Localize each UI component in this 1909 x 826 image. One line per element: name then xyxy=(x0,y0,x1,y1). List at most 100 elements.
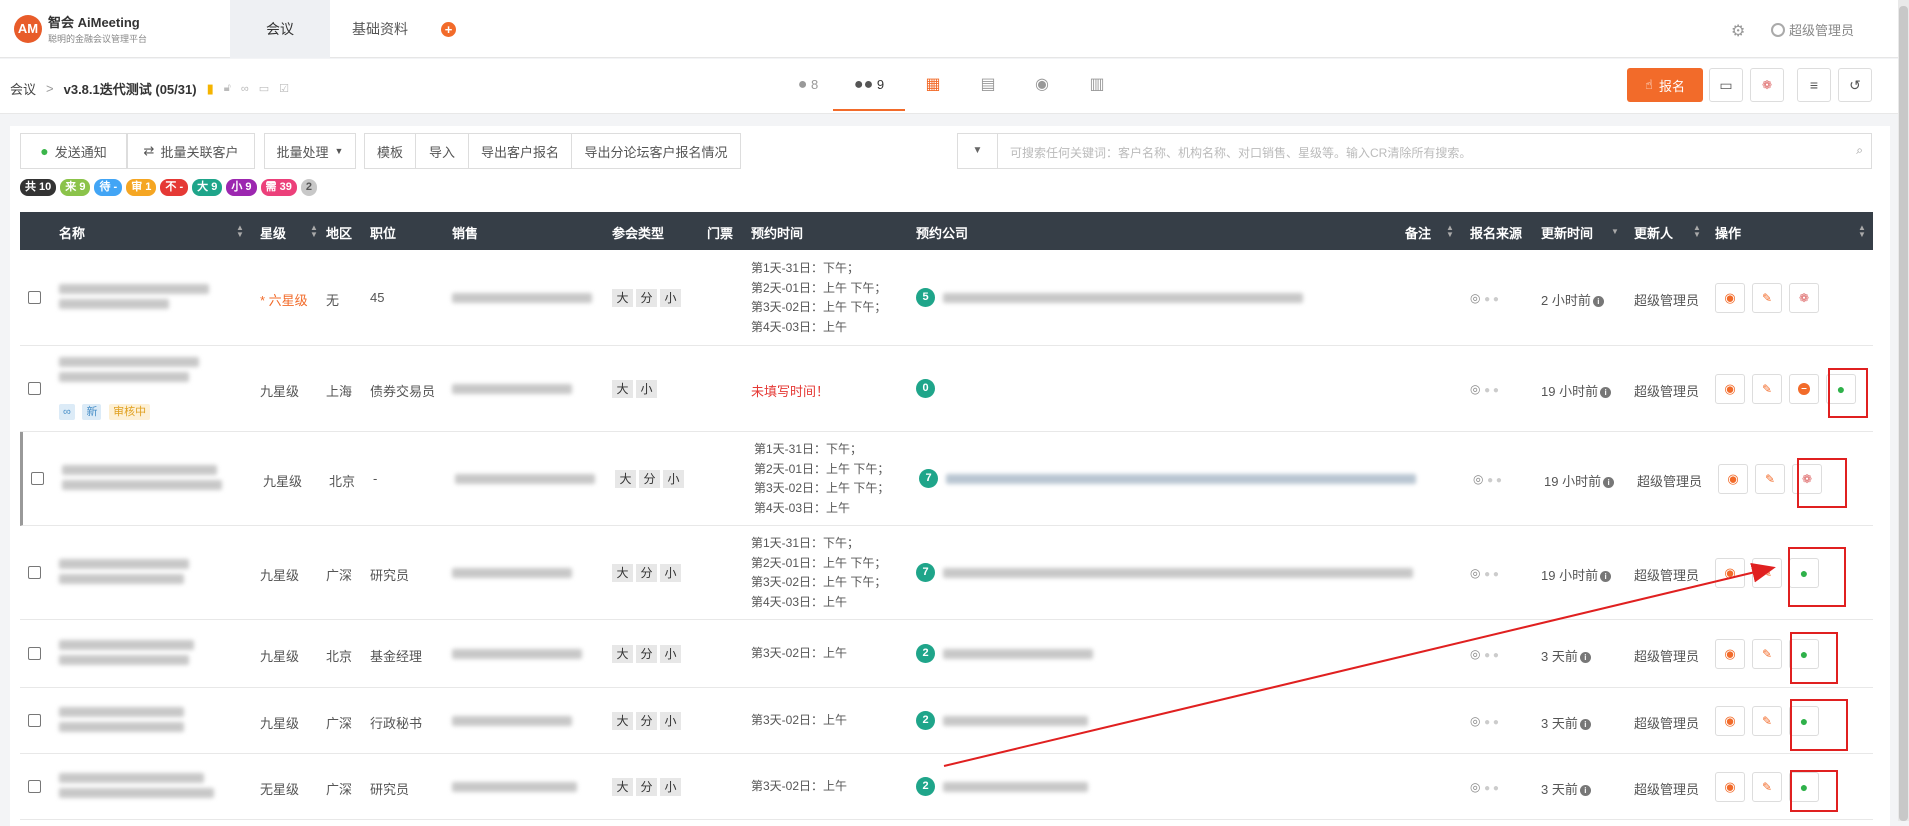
seal-action-button[interactable]: ❁ xyxy=(1789,283,1819,313)
brand-logo[interactable]: AM 智会 AiMeeting 聪明的金融会议管理平台 xyxy=(14,12,147,45)
add-tab-icon[interactable]: + xyxy=(441,22,456,37)
status-chip[interactable]: 审 1 xyxy=(126,179,157,196)
status-chip[interactable]: 2 xyxy=(300,179,317,196)
table-row[interactable]: 九星级 广深 行政秘书 大分小 第3天-02日：上午 2 ◎ ● ● 3 天前 i 超级管理员 ◉ ✎… xyxy=(20,688,1873,754)
tab-attendees-single[interactable]: ● 8 xyxy=(780,59,836,111)
status-chip[interactable]: 待 - xyxy=(94,179,123,196)
sort-icon[interactable]: ▲ ▼ xyxy=(236,224,244,239)
status-chip[interactable]: 大 9 xyxy=(192,179,223,196)
customer-name-redacted[interactable] xyxy=(59,707,184,717)
customer-name-redacted[interactable] xyxy=(59,357,199,367)
table-row[interactable]: 九星级 广深 研究员 大分小 第1天-31日：下午； 第2天-01日：上午 下午； 第3天-… xyxy=(20,526,1873,620)
status-chip[interactable]: 需 39 xyxy=(260,179,297,196)
info-icon[interactable]: i xyxy=(1600,387,1612,399)
company-count[interactable]: 2 xyxy=(916,777,935,796)
table-row[interactable]: 九星级 北京 基金经理 大分小 第3天-02日：上午 2 ◎ ● ● 3 天前 i 超级管理员 ◉ ✎… xyxy=(20,620,1873,688)
tab-calendar[interactable]: ▦ xyxy=(918,59,948,111)
company-count[interactable]: 7 xyxy=(919,469,938,488)
table-row[interactable]: 九星级 北京 - 大分小 第1天-31日：下午； 第2天-01日：上午 下午； 第3天-02… xyxy=(20,432,1873,526)
col-star[interactable]: 星级 xyxy=(260,223,286,242)
tab-location[interactable]: ◉ xyxy=(1027,59,1057,111)
info-icon[interactable]: i xyxy=(1579,652,1591,664)
table-row[interactable]: * 六星级 无 45 大分小 第1天-31日：下午； 第2天-01日：上午 下午； 第3天-… xyxy=(20,250,1873,346)
company-count[interactable]: 0 xyxy=(916,379,935,398)
row-checkbox[interactable] xyxy=(31,472,44,485)
sort-icon[interactable]: ▲ ▼ xyxy=(310,224,318,239)
page-scrollbar-thumb[interactable] xyxy=(1899,6,1908,821)
company-count[interactable]: 5 xyxy=(916,288,935,307)
sort-desc-icon[interactable]: ▼ xyxy=(1611,228,1619,236)
edit-action-button[interactable]: ✎ xyxy=(1752,772,1782,802)
company-count[interactable]: 2 xyxy=(916,711,935,730)
search-bar[interactable]: ▼ 可搜索任何关键词：客户名称、机构名称、对口销售、星级等。输入CR清除所有搜索… xyxy=(957,133,1872,169)
batch-link-button[interactable]: ⇄ 批量关联客户 xyxy=(127,133,255,169)
handshake-icon[interactable]: ∞ xyxy=(241,83,249,95)
tab-chart[interactable]: ▥ xyxy=(1082,59,1112,111)
bookmark-icon[interactable]: ▮ xyxy=(207,81,214,97)
history-button[interactable]: ↺ xyxy=(1838,68,1872,102)
customer-name-redacted[interactable] xyxy=(59,559,189,569)
edit-action-button[interactable]: ✎ xyxy=(1755,464,1785,494)
sort-icon[interactable]: ▲ ▼ xyxy=(1446,224,1454,239)
info-icon[interactable]: i xyxy=(1603,477,1615,489)
row-checkbox[interactable] xyxy=(28,566,41,579)
status-chip[interactable]: 不 - xyxy=(160,179,189,196)
company-count[interactable]: 2 xyxy=(916,644,935,663)
table-row[interactable]: 无星级 广深 研究员大分小第3天-02日：上午 2 ◎ ● ● 3 天前 i 超级管理员 ◉ ✎ ● xyxy=(20,754,1873,820)
eye-action-button[interactable]: ◉ xyxy=(1715,706,1745,736)
user-menu[interactable]: 超级管理员 xyxy=(1771,20,1854,39)
row-checkbox[interactable] xyxy=(28,714,41,727)
minus-action-button[interactable]: – xyxy=(1789,374,1819,404)
send-notice-button[interactable]: ● 发送通知 xyxy=(20,133,127,169)
screen-button[interactable]: ▭ xyxy=(1709,68,1743,102)
export-forum-button[interactable]: 导出分论坛客户报名情况 xyxy=(571,133,741,169)
info-icon[interactable]: i xyxy=(1579,785,1591,797)
batch-process-dropdown[interactable]: 批量处理 ▼ xyxy=(264,133,356,169)
edit-action-button[interactable]: ✎ xyxy=(1752,283,1782,313)
customer-name-redacted[interactable] xyxy=(59,640,194,650)
search-placeholder[interactable]: 可搜索任何关键词：客户名称、机构名称、对口销售、星级等。输入CR清除所有搜索。 xyxy=(1010,144,1471,161)
col-updated[interactable]: 更新时间 xyxy=(1541,223,1593,242)
template-button[interactable]: 模板 xyxy=(364,133,416,169)
company-count[interactable]: 7 xyxy=(916,563,935,582)
customer-name-redacted[interactable] xyxy=(59,284,209,294)
sort-icon[interactable]: ▲ ▼ xyxy=(1858,224,1866,239)
table-row[interactable]: ∞ 新 审核中 九星级 上海 债券交易员 大小 未填写时间！ 0 ◎ ● ● 19 小时前 i 超级… xyxy=(20,346,1873,432)
eye-action-button[interactable]: ◉ xyxy=(1715,283,1745,313)
info-icon[interactable]: i xyxy=(1592,296,1604,308)
import-button[interactable]: 导入 xyxy=(415,133,469,169)
eye-action-button[interactable]: ◉ xyxy=(1718,464,1748,494)
edit-action-button[interactable]: ✎ xyxy=(1752,706,1782,736)
tab-attendees-group[interactable]: ●● 9 xyxy=(833,59,905,111)
tab-document[interactable]: ▤ xyxy=(973,59,1003,111)
sort-icon[interactable]: ▲ ▼ xyxy=(1693,224,1701,239)
status-chip[interactable]: 小 9 xyxy=(226,179,257,196)
eye-action-button[interactable]: ◉ xyxy=(1715,772,1745,802)
eye-action-button[interactable]: ◉ xyxy=(1715,639,1745,669)
row-checkbox[interactable] xyxy=(28,382,41,395)
breadcrumb-root[interactable]: 会议 xyxy=(10,79,36,98)
nav-tab-basic-data[interactable]: 基础资料 xyxy=(340,0,420,58)
eye-action-button[interactable]: ◉ xyxy=(1715,374,1745,404)
edit-action-button[interactable]: ✎ xyxy=(1752,374,1782,404)
export-signup-button[interactable]: 导出客户报名 xyxy=(468,133,572,169)
eye-action-button[interactable]: ◉ xyxy=(1715,558,1745,588)
filter-settings-button[interactable]: ≡ xyxy=(1797,68,1831,102)
info-icon[interactable]: i xyxy=(1579,719,1591,731)
customer-name-redacted[interactable] xyxy=(59,773,204,783)
signup-button[interactable]: ☝ 报名 xyxy=(1627,68,1703,102)
status-chip[interactable]: 共 10 xyxy=(20,179,57,196)
col-name[interactable]: 名称 xyxy=(59,223,85,242)
edit-action-button[interactable]: ✎ xyxy=(1752,639,1782,669)
info-icon[interactable]: i xyxy=(1600,571,1612,583)
search-icon[interactable]: ⌕ xyxy=(1856,143,1863,158)
seal-button[interactable]: ❁ xyxy=(1750,68,1784,102)
edit-action-button[interactable]: ✎ xyxy=(1752,558,1782,588)
monitor-icon[interactable]: ▭ xyxy=(259,82,269,95)
row-checkbox[interactable] xyxy=(28,647,41,660)
status-chip[interactable]: 来 9 xyxy=(60,179,91,196)
lock-icon[interactable]: 🔓︎ xyxy=(224,82,231,95)
search-scope-dropdown[interactable]: ▼ xyxy=(958,134,998,168)
customer-name-redacted[interactable] xyxy=(62,465,217,475)
row-checkbox[interactable] xyxy=(28,291,41,304)
